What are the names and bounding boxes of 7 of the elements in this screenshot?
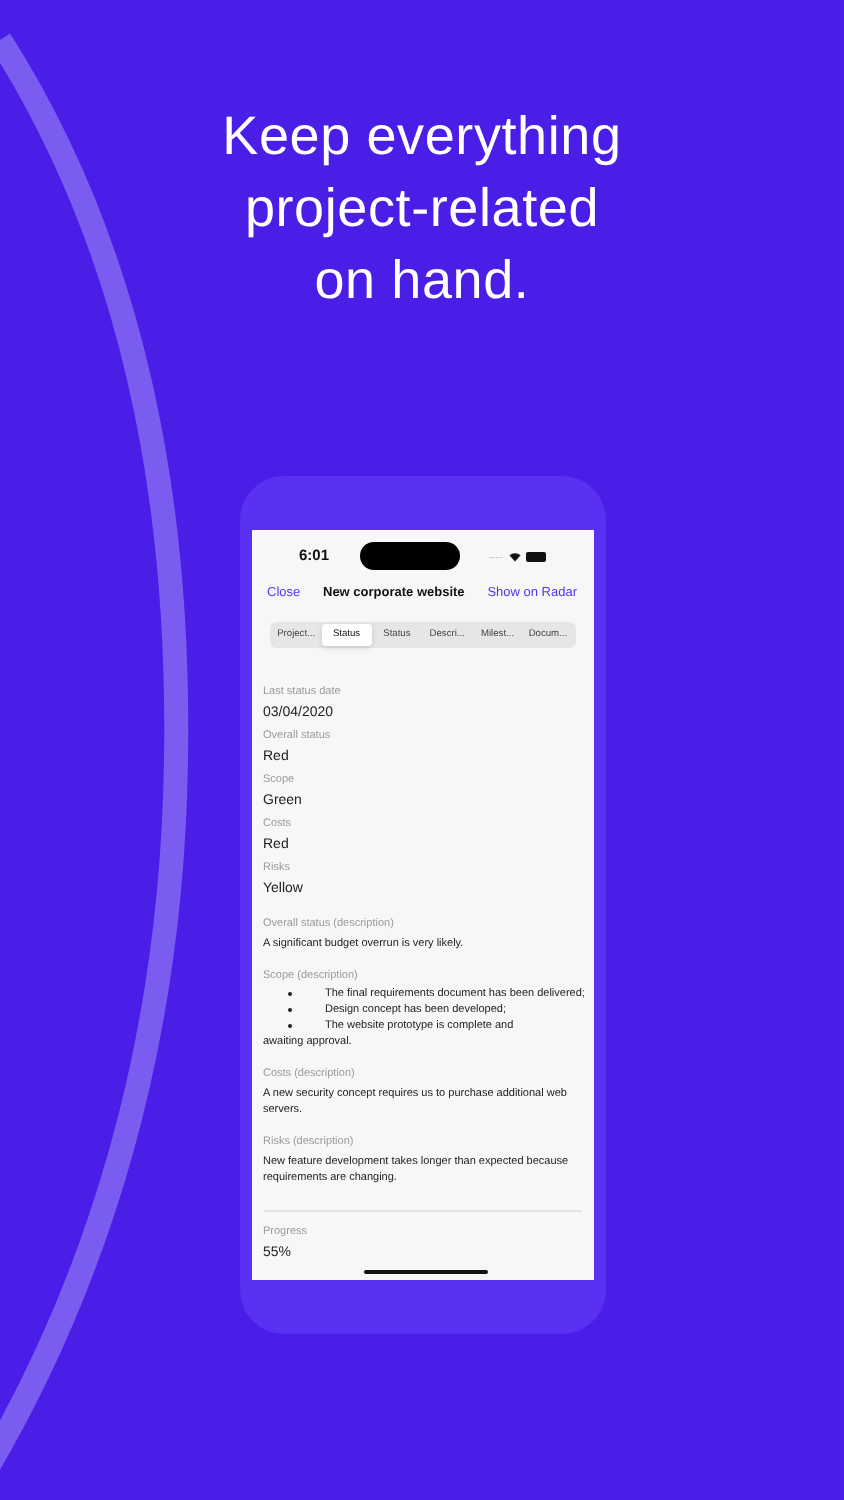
headline: Keep everything xyxy=(222,104,622,170)
dynamic-island xyxy=(359,542,460,570)
battery-icon xyxy=(525,551,545,561)
headline: on hand. xyxy=(314,248,530,314)
headline: project-related xyxy=(244,176,600,242)
wifi-icon xyxy=(507,550,521,562)
home-indicator xyxy=(363,1270,487,1274)
